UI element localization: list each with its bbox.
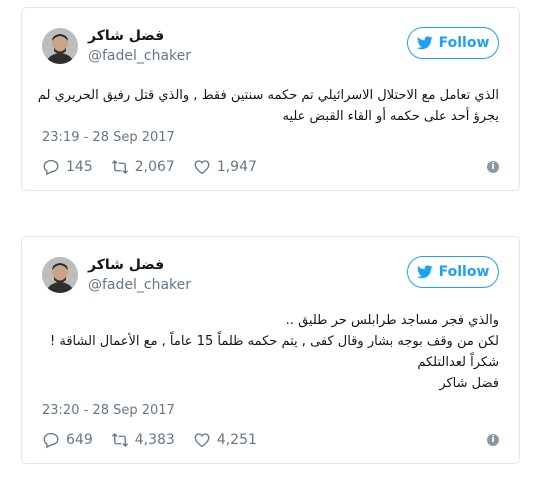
reply-icon bbox=[43, 159, 59, 176]
tweet-text-line: شكراً لعدالتلكم bbox=[417, 355, 499, 370]
follow-label: Follow bbox=[438, 35, 490, 51]
reply-button[interactable]: 649 bbox=[42, 431, 93, 449]
tweet-actions: 145 2,067 1,947 bbox=[42, 158, 275, 176]
heart-icon bbox=[194, 160, 210, 175]
tweet-text: الذي تعامل مع الاحتلال الاسرائيلي تم حكم… bbox=[37, 85, 499, 127]
display-name[interactable]: فضل شاكر bbox=[88, 257, 164, 273]
reply-button[interactable]: 145 bbox=[42, 158, 93, 176]
tweet-text-line: الذي تعامل مع الاحتلال الاسرائيلي تم حكم… bbox=[37, 88, 499, 103]
follow-button[interactable]: Follow bbox=[407, 256, 499, 288]
retweet-count: 4,383 bbox=[134, 432, 175, 448]
tweet-text-line: فضل شاكر bbox=[439, 376, 499, 391]
tweet-text: والذي فجر مساجد طرابلس حر طليق .. لكن من… bbox=[42, 310, 499, 394]
retweet-button[interactable]: 2,067 bbox=[111, 158, 175, 176]
user-handle[interactable]: @fadel_chaker bbox=[88, 277, 191, 293]
reply-icon bbox=[43, 432, 59, 449]
info-icon[interactable]: i bbox=[487, 161, 499, 173]
twitter-bird-icon bbox=[416, 36, 433, 50]
like-count: 1,947 bbox=[216, 159, 257, 175]
tweet-text-line: لكن من وقف بوجه بشار وقال كفى , يتم حكمه… bbox=[50, 334, 499, 349]
heart-icon bbox=[194, 433, 210, 448]
display-name[interactable]: فضل شاكر bbox=[88, 28, 164, 44]
tweet-actions: 649 4,383 4,251 bbox=[42, 431, 275, 449]
follow-button[interactable]: Follow bbox=[407, 27, 499, 59]
timestamp[interactable]: 23:20 - 28 Sep 2017 bbox=[42, 403, 175, 418]
like-button[interactable]: 1,947 bbox=[193, 158, 257, 176]
avatar[interactable] bbox=[42, 28, 78, 64]
tweet-card: فضل شاكر @fadel_chaker Follow والذي فجر … bbox=[21, 236, 520, 464]
timestamp[interactable]: 23:19 - 28 Sep 2017 bbox=[42, 130, 175, 145]
twitter-bird-icon bbox=[416, 265, 433, 279]
retweet-button[interactable]: 4,383 bbox=[111, 431, 175, 449]
follow-label: Follow bbox=[438, 264, 490, 280]
user-handle[interactable]: @fadel_chaker bbox=[88, 48, 191, 64]
tweet-text-line: يجرؤ أحد على حكمه أو القاء القبض عليه bbox=[282, 109, 499, 124]
retweet-icon bbox=[111, 433, 128, 447]
reply-count: 649 bbox=[66, 432, 93, 448]
retweet-count: 2,067 bbox=[134, 159, 175, 175]
tweet-text-line: والذي فجر مساجد طرابلس حر طليق .. bbox=[285, 313, 499, 328]
like-count: 4,251 bbox=[216, 432, 257, 448]
avatar[interactable] bbox=[42, 257, 78, 293]
tweet-card: فضل شاكر @fadel_chaker Follow الذي تعامل… bbox=[21, 7, 520, 191]
info-icon[interactable]: i bbox=[487, 434, 499, 446]
like-button[interactable]: 4,251 bbox=[193, 431, 257, 449]
retweet-icon bbox=[111, 160, 128, 174]
reply-count: 145 bbox=[66, 159, 93, 175]
